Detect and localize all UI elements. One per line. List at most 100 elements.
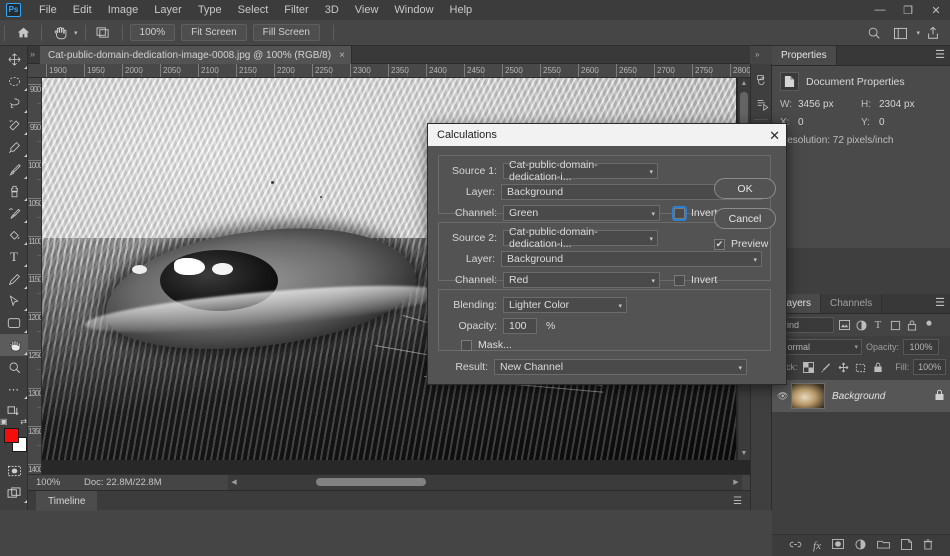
type-filter-icon[interactable]: T bbox=[871, 317, 885, 333]
new-layer-icon[interactable] bbox=[900, 538, 912, 553]
lock-image-icon[interactable] bbox=[819, 359, 833, 375]
fill-screen-button[interactable]: Fill Screen bbox=[252, 24, 320, 41]
path-selection-tool[interactable] bbox=[0, 290, 28, 312]
add-mask-icon[interactable] bbox=[832, 539, 844, 552]
toggle-filter-icon[interactable] bbox=[922, 317, 936, 333]
menu-edit[interactable]: Edit bbox=[65, 0, 100, 20]
menu-image[interactable]: Image bbox=[100, 0, 147, 20]
horizontal-scroll-thumb[interactable] bbox=[316, 478, 426, 486]
fx-icon[interactable]: fx bbox=[813, 540, 821, 552]
actions-panel-icon[interactable] bbox=[751, 92, 773, 116]
type-tool[interactable]: T bbox=[0, 246, 28, 268]
timeline-panel-menu-icon[interactable]: ☰ bbox=[733, 496, 742, 507]
source1-channel-select[interactable]: Green ▾ bbox=[503, 205, 660, 221]
layer-thumbnail[interactable] bbox=[791, 383, 825, 409]
home-icon[interactable] bbox=[12, 23, 34, 43]
source2-channel-select[interactable]: Red ▾ bbox=[503, 272, 660, 288]
menu-window[interactable]: Window bbox=[386, 0, 441, 20]
vertical-ruler[interactable]: 900 950 1000 1050 1100 1150 1200 1250 1300 1350 14… bbox=[28, 78, 42, 474]
menu-view[interactable]: View bbox=[347, 0, 387, 20]
calculations-dialog[interactable]: Calculations ✕ Source 1: Cat-public-doma… bbox=[427, 123, 787, 385]
scroll-left-arrow-icon[interactable]: ◀ bbox=[228, 475, 240, 490]
brush-tool[interactable] bbox=[0, 158, 28, 180]
preview-checkbox[interactable]: ✔ bbox=[714, 238, 725, 250]
foreground-color-swatch[interactable] bbox=[4, 428, 19, 443]
workspace-icon[interactable] bbox=[887, 23, 913, 43]
more-tools-button[interactable]: ⋯ bbox=[0, 378, 28, 400]
lock-icon[interactable] bbox=[934, 389, 945, 404]
new-group-icon[interactable] bbox=[877, 539, 890, 552]
default-colors-icon[interactable]: ▣ bbox=[0, 417, 8, 426]
history-brush-tool[interactable] bbox=[0, 202, 28, 224]
adjustment-layer-icon[interactable] bbox=[855, 538, 866, 553]
marquee-tool[interactable] bbox=[0, 70, 28, 92]
tab-timeline[interactable]: Timeline bbox=[36, 491, 98, 511]
hand-tool[interactable] bbox=[0, 334, 28, 356]
tab-channels[interactable]: Channels bbox=[821, 294, 883, 313]
pixel-filter-icon[interactable] bbox=[837, 317, 851, 333]
menu-filter[interactable]: Filter bbox=[276, 0, 316, 20]
close-button[interactable]: ✕ bbox=[922, 0, 950, 20]
layer-visibility-icon[interactable]: 👁 bbox=[777, 391, 791, 402]
document-tab[interactable]: Cat-public-domain-dedication-image-0008.… bbox=[40, 46, 352, 64]
zoom-100-button[interactable]: 100% bbox=[129, 24, 176, 41]
layers-panel-menu-icon[interactable]: ☰ bbox=[935, 298, 945, 309]
ok-button[interactable]: OK bbox=[714, 178, 776, 199]
layer-opacity-field[interactable]: 100% bbox=[903, 338, 940, 355]
menu-select[interactable]: Select bbox=[230, 0, 277, 20]
history-panel-icon[interactable] bbox=[751, 68, 773, 92]
hand-tool-icon[interactable] bbox=[49, 23, 71, 43]
menu-layer[interactable]: Layer bbox=[146, 0, 190, 20]
lasso-tool[interactable] bbox=[0, 92, 28, 114]
dialog-title-bar[interactable]: Calculations ✕ bbox=[428, 124, 786, 146]
lock-artboard-icon[interactable] bbox=[854, 359, 868, 375]
screen-mode-icon[interactable] bbox=[0, 482, 28, 504]
mask-checkbox[interactable] bbox=[461, 339, 472, 351]
tool-preset-chevron-icon[interactable]: ▾ bbox=[74, 29, 78, 37]
lock-transparency-icon[interactable] bbox=[802, 359, 816, 375]
zoom-tool[interactable] bbox=[0, 356, 28, 378]
scroll-up-arrow-icon[interactable]: ▲ bbox=[738, 78, 750, 90]
delete-layer-icon[interactable] bbox=[923, 539, 933, 553]
pen-tool[interactable] bbox=[0, 268, 28, 290]
adjustment-filter-icon[interactable] bbox=[854, 317, 868, 333]
expand-panels-icon[interactable]: » bbox=[755, 50, 759, 59]
cancel-button[interactable]: Cancel bbox=[714, 208, 776, 229]
scroll-down-arrow-icon[interactable]: ▼ bbox=[738, 448, 750, 460]
arrange-documents-icon[interactable] bbox=[93, 23, 115, 43]
properties-panel-menu-icon[interactable]: ☰ bbox=[935, 50, 945, 61]
smart-filter-icon[interactable] bbox=[905, 317, 919, 333]
layer-fill-field[interactable]: 100% bbox=[913, 359, 946, 375]
scroll-right-arrow-icon[interactable]: ▶ bbox=[730, 475, 742, 490]
source2-select[interactable]: Cat-public-domain-dedication-i... ▾ bbox=[503, 226, 658, 250]
search-icon[interactable] bbox=[861, 23, 887, 43]
color-swatches[interactable]: ▣ ⇄ bbox=[0, 417, 28, 456]
opacity-input[interactable]: 100 bbox=[503, 318, 537, 334]
dialog-close-icon[interactable]: ✕ bbox=[769, 129, 780, 142]
lock-all-icon[interactable] bbox=[872, 359, 886, 375]
canvas-horizontal-scrollbar[interactable]: ◀ ▶ bbox=[228, 475, 742, 490]
restore-button[interactable]: ❐ bbox=[894, 0, 922, 20]
quick-selection-tool[interactable] bbox=[0, 114, 28, 136]
blend-mode-select[interactable]: Normal ▾ bbox=[776, 338, 862, 355]
source2-layer-select[interactable]: Background ▾ bbox=[501, 251, 762, 267]
shape-filter-icon[interactable] bbox=[888, 317, 902, 333]
lock-position-icon[interactable] bbox=[837, 359, 851, 375]
menu-type[interactable]: Type bbox=[190, 0, 230, 20]
share-icon[interactable] bbox=[920, 23, 946, 43]
blending-select[interactable]: Lighter Color ▾ bbox=[503, 297, 627, 313]
paint-bucket-tool[interactable] bbox=[0, 224, 28, 246]
link-layers-icon[interactable] bbox=[789, 540, 802, 552]
source1-invert-checkbox[interactable] bbox=[672, 205, 687, 221]
swap-colors-icon[interactable]: ⇄ bbox=[20, 417, 27, 426]
layer-item-background[interactable]: 👁 Background bbox=[772, 380, 950, 412]
move-tool[interactable] bbox=[0, 48, 28, 70]
rectangle-tool[interactable] bbox=[0, 312, 28, 334]
tab-properties[interactable]: Properties bbox=[772, 46, 837, 65]
horizontal-ruler[interactable]: 1900 1950 2000 2050 2100 2150 2200 2250 2300 2350… bbox=[28, 64, 750, 78]
menu-file[interactable]: File bbox=[31, 0, 65, 20]
fit-screen-button[interactable]: Fit Screen bbox=[181, 24, 247, 41]
eyedropper-tool[interactable] bbox=[0, 136, 28, 158]
menu-help[interactable]: Help bbox=[442, 0, 481, 20]
expand-tabs-icon[interactable]: » bbox=[30, 49, 35, 59]
